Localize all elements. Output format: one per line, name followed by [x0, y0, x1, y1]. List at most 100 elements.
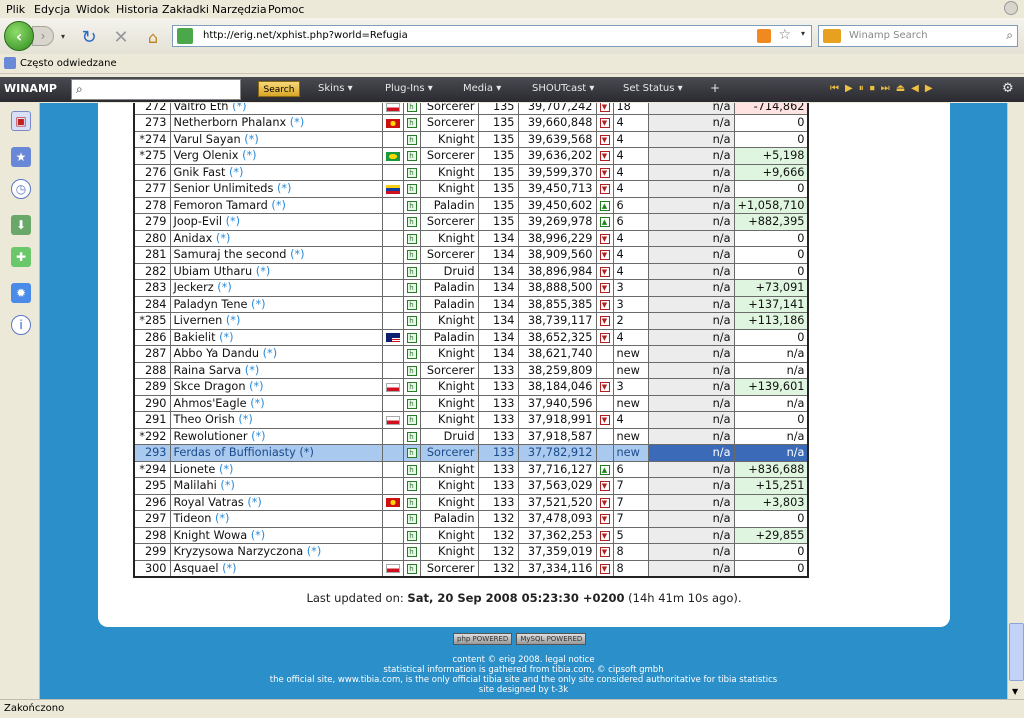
player-name-cell[interactable]: Kryzysowa Narzyczona (*)	[169, 543, 383, 561]
menu-zakladki[interactable]: Zakładki	[162, 3, 209, 16]
history-cell[interactable]: h	[402, 312, 421, 330]
history-chart-icon[interactable]: h	[406, 184, 417, 195]
winamp-skins[interactable]: Skins ▾	[318, 83, 353, 94]
player-details-link[interactable]: (*)	[226, 314, 240, 327]
address-bar[interactable]: http://erig.net/xphist.php?world=Refugia…	[172, 25, 812, 47]
player-details-link[interactable]: (*)	[250, 397, 264, 410]
player-name-cell[interactable]: Livernen (*)	[169, 312, 383, 330]
menu-edycja[interactable]: Edycja	[34, 3, 70, 16]
player-name-cell[interactable]: Ferdas of Buffioniasty (*)	[169, 444, 383, 462]
winamp-logo[interactable]: WINAMP	[4, 82, 57, 95]
history-chart-icon[interactable]: h	[406, 349, 417, 360]
player-name-cell[interactable]: Senior Unlimiteds (*)	[169, 180, 383, 198]
history-cell[interactable]: h	[402, 103, 421, 115]
player-details-link[interactable]: (*)	[244, 133, 258, 146]
scrollbar-thumb[interactable]	[1009, 623, 1024, 681]
history-cell[interactable]: h	[402, 196, 421, 214]
history-chart-icon[interactable]: h	[406, 448, 417, 459]
winamp-shoutcast[interactable]: SHOUTcast ▾	[532, 83, 594, 94]
player-name-cell[interactable]: Knight Wowa (*)	[169, 526, 383, 544]
player-name-cell[interactable]: Jeckerz (*)	[169, 279, 383, 297]
history-chart-icon[interactable]: h	[406, 530, 417, 541]
history-chart-icon[interactable]: h	[406, 316, 417, 327]
history-cell[interactable]: h	[402, 180, 421, 198]
player-name-cell[interactable]: Gnik Fast (*)	[169, 163, 383, 181]
history-cell[interactable]: h	[402, 147, 421, 165]
history-chart-icon[interactable]: h	[406, 250, 417, 261]
history-chart-icon[interactable]: h	[406, 514, 417, 525]
winamp-media[interactable]: Media ▾	[463, 83, 501, 94]
menu-narzedzia[interactable]: Narzędzia	[212, 3, 267, 16]
reload-icon[interactable]: ↻	[78, 26, 100, 48]
history-chart-icon[interactable]: h	[406, 283, 417, 294]
history-cell[interactable]: h	[402, 477, 421, 495]
player-name-cell[interactable]: Rewolutioner (*)	[169, 427, 383, 445]
winamp-set-status[interactable]: Set Status ▾	[623, 83, 683, 94]
home-icon[interactable]: ⌂	[142, 26, 164, 48]
player-details-link[interactable]: (*)	[251, 298, 265, 311]
menu-widok[interactable]: Widok	[76, 3, 110, 16]
history-cell[interactable]: h	[402, 460, 421, 478]
player-details-link[interactable]: (*)	[238, 413, 252, 426]
player-details-link[interactable]: (*)	[251, 529, 265, 542]
player-details-link[interactable]: (*)	[232, 103, 246, 113]
player-name-cell[interactable]: Paladyn Tene (*)	[169, 295, 383, 313]
winamp-add-icon[interactable]: +	[710, 81, 720, 95]
back-button[interactable]: ‹	[4, 21, 34, 51]
gear-icon[interactable]: ✹	[11, 283, 31, 303]
history-cell[interactable]: h	[402, 163, 421, 181]
player-details-link[interactable]: (*)	[290, 248, 304, 261]
player-name-cell[interactable]: Asquael (*)	[169, 559, 383, 577]
player-details-link[interactable]: (*)	[249, 380, 263, 393]
player-details-link[interactable]: (*)	[277, 182, 291, 195]
player-name-cell[interactable]: Femoron Tamard (*)	[169, 196, 383, 214]
history-cell[interactable]: h	[402, 444, 421, 462]
download-icon[interactable]: ⬇	[11, 215, 31, 235]
player-name-cell[interactable]: Netherborn Phalanx (*)	[169, 114, 383, 132]
history-chart-icon[interactable]: h	[406, 547, 417, 558]
history-cell[interactable]: h	[402, 130, 421, 148]
player-details-link[interactable]: (*)	[219, 463, 233, 476]
player-details-link[interactable]: (*)	[219, 331, 233, 344]
winamp-player-controls[interactable]: ⏮▶⏸⏹⏭⏏◀▶	[830, 83, 939, 94]
bookmark-star-icon[interactable]: ☆	[778, 27, 791, 43]
history-cell[interactable]: h	[402, 526, 421, 544]
history-clock-icon[interactable]: ◷	[11, 179, 31, 199]
history-chart-icon[interactable]: h	[406, 217, 417, 228]
history-cell[interactable]: h	[402, 493, 421, 511]
history-chart-icon[interactable]: h	[406, 415, 417, 426]
player-details-link[interactable]: (*)	[247, 496, 261, 509]
history-chart-icon[interactable]: h	[406, 233, 417, 244]
player-name-cell[interactable]: Valtro Eth (*)	[169, 103, 383, 115]
player-name-cell[interactable]: Theo Orish (*)	[169, 411, 383, 429]
footer-line-1[interactable]: content © erig 2008. legal notice	[40, 655, 1007, 665]
bookmark-czesto-odwiedzane[interactable]: Często odwiedzane	[20, 58, 117, 69]
player-details-link[interactable]: (*)	[216, 232, 230, 245]
history-cell[interactable]: h	[402, 411, 421, 429]
forward-button[interactable]: ›	[32, 26, 54, 46]
player-details-link[interactable]: (*)	[242, 149, 256, 162]
gear-icon[interactable]: ⚙	[1002, 81, 1014, 96]
history-cell[interactable]: h	[402, 213, 421, 231]
winamp-plugins[interactable]: Plug-Ins ▾	[385, 83, 433, 94]
player-name-cell[interactable]: Royal Vatras (*)	[169, 493, 383, 511]
url-dropdown-icon[interactable]: ▾	[801, 29, 805, 38]
search-box[interactable]: Winamp Search ⌕	[818, 25, 1018, 47]
player-details-link[interactable]: (*)	[263, 347, 277, 360]
history-cell[interactable]: h	[402, 229, 421, 247]
history-chart-icon[interactable]: h	[406, 497, 417, 508]
footer-line-4[interactable]: site designed by t-3k	[40, 685, 1007, 695]
history-chart-icon[interactable]: h	[406, 151, 417, 162]
player-details-link[interactable]: (*)	[245, 364, 259, 377]
player-name-cell[interactable]: Samuraj the second (*)	[169, 246, 383, 264]
player-details-link[interactable]: (*)	[256, 265, 270, 278]
player-details-link[interactable]: (*)	[220, 479, 234, 492]
favorites-star-icon[interactable]: ★	[11, 147, 31, 167]
player-name-cell[interactable]: Raina Sarva (*)	[169, 361, 383, 379]
vertical-scrollbar[interactable]: ▼	[1007, 103, 1024, 699]
history-chart-icon[interactable]: h	[406, 103, 417, 112]
history-chart-icon[interactable]: h	[406, 266, 417, 277]
history-dropdown-icon[interactable]: ▾	[58, 30, 68, 42]
player-name-cell[interactable]: Joop-Evil (*)	[169, 213, 383, 231]
player-name-cell[interactable]: Varul Sayan (*)	[169, 130, 383, 148]
